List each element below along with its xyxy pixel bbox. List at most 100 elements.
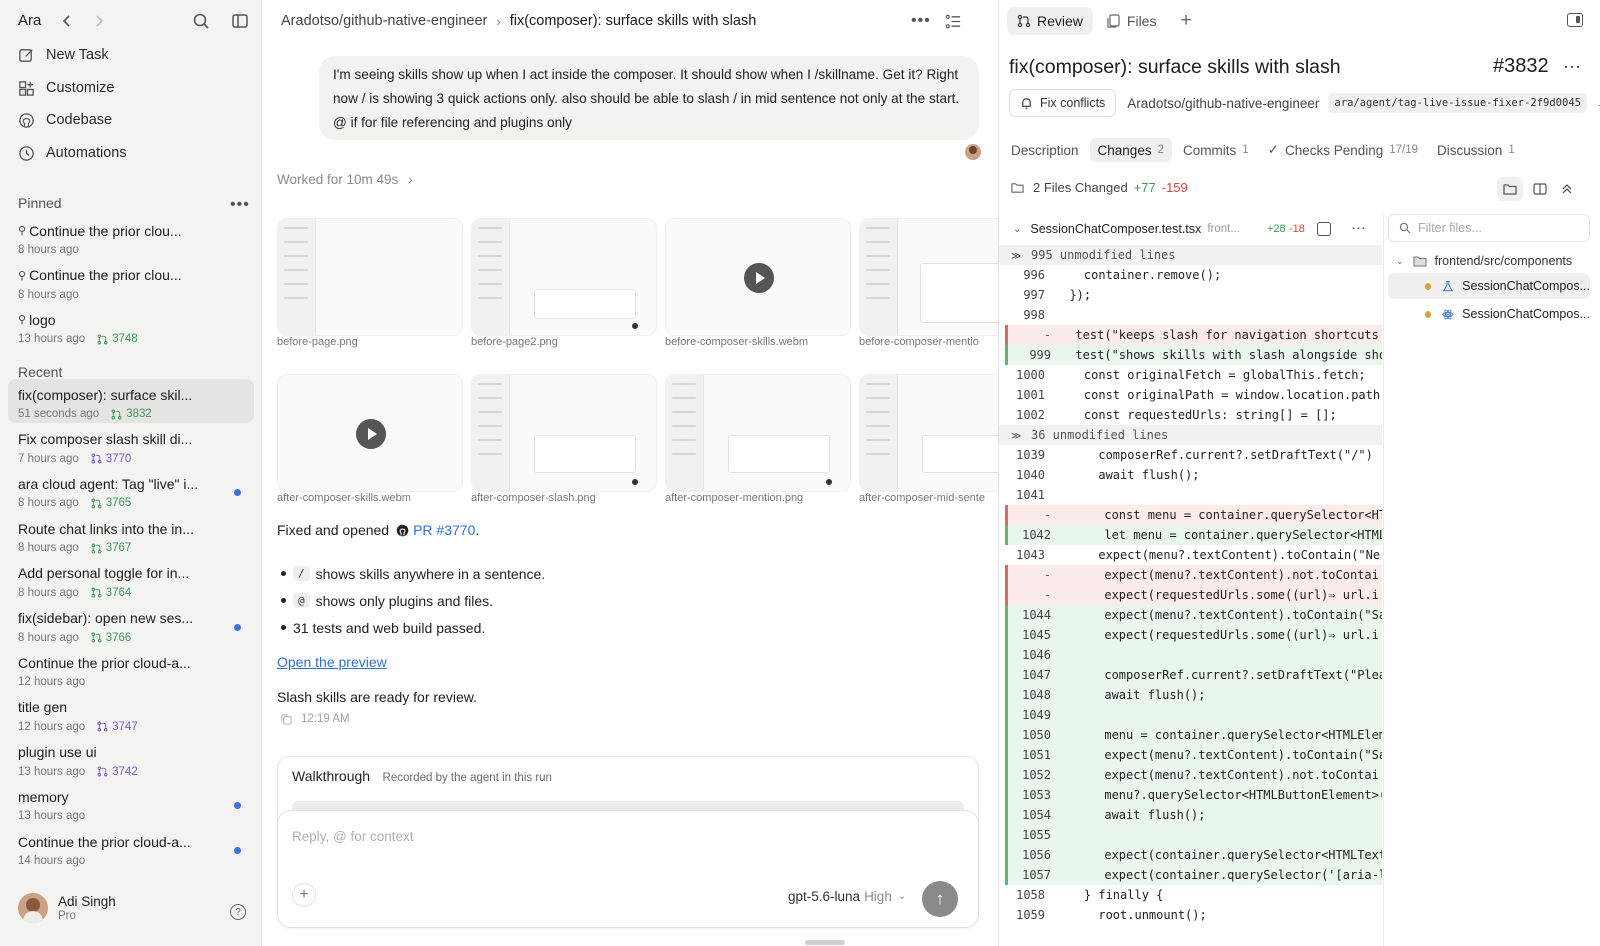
tab-commits[interactable]: Commits 1 (1175, 138, 1257, 162)
play-icon[interactable] (356, 419, 386, 449)
send-button[interactable]: ↑ (922, 881, 958, 917)
viewed-checkbox[interactable] (1317, 222, 1331, 236)
scrollbar[interactable] (805, 940, 845, 945)
thumbnail-line (672, 425, 696, 427)
task-item[interactable]: Fix composer slash skill di... 7 hours ag… (8, 424, 254, 468)
add-tab-icon[interactable]: + (1180, 10, 1191, 32)
more-icon[interactable]: ••• (911, 12, 931, 30)
collapse-button[interactable] (1554, 177, 1580, 201)
more-icon[interactable]: ··· (1351, 219, 1366, 236)
tab-count: 1 (1508, 144, 1515, 156)
task-item[interactable]: fix(sidebar): open new ses... 8 hours ago… (8, 603, 254, 647)
add-attachment-button[interactable]: + (292, 883, 316, 907)
line-number: 1042 (1022, 528, 1051, 542)
tab-changes[interactable]: Changes 2 (1089, 138, 1172, 162)
nav-codebase[interactable]: Codebase (18, 107, 248, 133)
thumbnail-line (866, 411, 890, 413)
task-title-text: Continue the prior cloud-a... (18, 833, 191, 850)
breadcrumb-repo[interactable]: Aradotso/github-native-engineer (281, 13, 487, 29)
tree-folder[interactable]: ⌄ frontend/src/components (1396, 254, 1572, 268)
fold-row[interactable]: ≫ 36 unmodified lines (999, 425, 1382, 445)
line-number: 1050 (1022, 728, 1051, 742)
task-item[interactable]: plugin use ui 13 hours ago 3742 (8, 737, 254, 781)
fix-conflicts-button[interactable]: Fix conflicts (1009, 89, 1117, 117)
nav-automations[interactable]: Automations (18, 140, 248, 166)
task-item[interactable]: ⚲ Continue the prior clou... 8 hours ago (8, 215, 254, 259)
user-profile[interactable]: Adi Singh Pro (18, 893, 116, 923)
tab-discussion[interactable]: Discussion 1 (1429, 138, 1523, 162)
more-icon[interactable]: ••• (230, 196, 250, 214)
tab-description[interactable]: Description (1003, 138, 1087, 162)
folder-icon (1503, 184, 1517, 195)
task-item[interactable]: fix(composer): surface skil... 51 seconds… (8, 379, 254, 423)
attachment-thumbnail[interactable] (277, 218, 463, 336)
attachment-thumbnail[interactable] (471, 374, 657, 492)
line-text: 995 unmodified lines (1031, 248, 1176, 262)
play-icon[interactable] (744, 263, 774, 293)
task-item[interactable]: ara cloud agent: Tag "live" i... 8 hours … (8, 468, 254, 512)
chevron-down-icon[interactable]: ⌄ (1013, 224, 1021, 235)
attachment-caption: after-composer-mention.png (665, 492, 804, 504)
task-meta: 13 hours ago 3748 (18, 331, 244, 347)
diff-line: - test("keeps slash for navigation short… (1005, 325, 1382, 345)
unread-dot (234, 847, 241, 854)
worked-for[interactable]: Worked for 10m 49s › (277, 172, 413, 187)
task-item[interactable]: ⚲ logo 13 hours ago 3748 (8, 304, 254, 348)
tab-files[interactable]: Files (1097, 7, 1167, 35)
fold-row[interactable]: ≫ 995 unmodified lines (999, 245, 1382, 265)
help-icon[interactable]: ? (230, 904, 246, 920)
task-item[interactable]: ⚲ Continue the prior clou... 8 hours ago (8, 260, 254, 304)
task-item[interactable]: Route chat links into the in... 8 hours a… (8, 513, 254, 557)
pr-badge: 3832 (111, 408, 152, 420)
thumbnail-line (866, 241, 890, 243)
attachment-thumbnail[interactable] (471, 218, 657, 336)
more-icon[interactable]: ··· (1563, 56, 1581, 77)
attachment-thumbnail[interactable] (277, 374, 463, 492)
chevron-left-icon[interactable] (58, 12, 76, 30)
task-item[interactable]: title gen 12 hours ago 3747 (8, 692, 254, 736)
open-preview-link[interactable]: Open the preview (277, 654, 387, 670)
diff-file-header[interactable]: ⌄ SessionChatComposer.test.tsx front... … (999, 214, 1382, 244)
tree-file[interactable]: SessionChatCompos... (1388, 273, 1590, 299)
nav-new-task[interactable]: New Task (18, 42, 248, 68)
pr-subtabs: Description Changes 2 Commits 1 ✓ Checks Pe… (1003, 138, 1526, 162)
arrow-right-icon: → (1595, 95, 1600, 111)
split-view-button[interactable] (1527, 177, 1553, 201)
thumbnail-sidebar (860, 219, 898, 335)
nav-customize[interactable]: Customize (18, 75, 248, 101)
files-changed-summary: 2 Files Changed +77 -159 (1011, 180, 1188, 195)
tab-label: Checks Pending (1284, 142, 1384, 158)
folder-view-button[interactable] (1497, 177, 1523, 201)
task-item[interactable]: Continue the prior cloud-a... 12 hours ag… (8, 647, 254, 691)
diff-line: 1039 composerRef.current?.setDraftText("… (999, 445, 1382, 465)
line-number: 1002 (1016, 408, 1045, 422)
tree-file[interactable]: SessionChatCompos... (1388, 301, 1590, 327)
task-item[interactable]: Continue the prior cloud-a... 14 hours ag… (8, 826, 254, 870)
task-item[interactable]: memory 13 hours ago (8, 781, 254, 825)
diff-line: 1044 expect(menu?.textContent).toContain… (1005, 605, 1382, 625)
model-selector[interactable]: gpt-5.6-luna High ⌄ (788, 889, 906, 904)
line-text: await flush(); (1055, 468, 1200, 482)
thumbnail-line (866, 255, 890, 257)
walkthrough-title: Walkthrough (292, 768, 371, 784)
tab-checks[interactable]: ✓ Checks Pending 17/19 (1260, 138, 1426, 162)
thumbnail-sidebar (472, 375, 510, 491)
diff-line: 1046 (1005, 645, 1382, 665)
task-title: ⚲ Continue the prior clou... (18, 266, 244, 285)
copy-icon[interactable] (281, 713, 292, 725)
panel-toggle-icon[interactable] (1567, 13, 1583, 27)
search-icon[interactable] (192, 12, 210, 30)
sidebar-toggle-icon[interactable] (231, 12, 249, 30)
chevron-right-icon[interactable] (90, 12, 108, 30)
task-meta: 14 hours ago (18, 853, 244, 869)
list-icon[interactable] (945, 13, 962, 30)
diff-line: 1053 menu?.querySelector<HTMLButtonEleme… (1005, 785, 1382, 805)
tab-review[interactable]: Review (1007, 7, 1093, 35)
line-text (1045, 308, 1055, 322)
task-item[interactable]: Add personal toggle for in... 8 hours ago… (8, 558, 254, 602)
reply-input[interactable]: Reply, @ for context (292, 829, 414, 844)
filter-files-input[interactable]: Filter files... (1388, 214, 1590, 242)
pr-link[interactable]: PR #3770 (413, 522, 475, 538)
attachment-thumbnail[interactable] (665, 374, 851, 492)
attachment-thumbnail[interactable] (665, 218, 851, 336)
